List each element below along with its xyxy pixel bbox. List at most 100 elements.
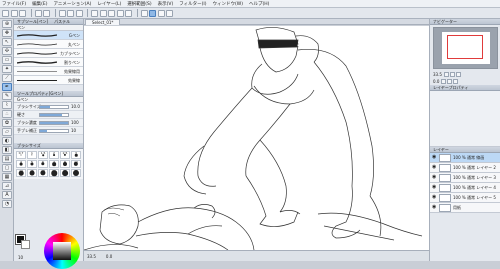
eye-icon[interactable]: ◉ xyxy=(432,155,437,160)
property-brush-size[interactable]: ブラシサイズ 10.0 xyxy=(14,103,83,111)
brush-size-preset[interactable]: 1 xyxy=(27,151,37,159)
property-slider[interactable] xyxy=(39,104,69,109)
redo-icon[interactable] xyxy=(43,9,50,17)
decoration-tool-icon[interactable]: ✿ xyxy=(2,119,12,127)
sub-color-swatch[interactable] xyxy=(21,240,30,249)
blend-tool-icon[interactable]: ◐ xyxy=(2,137,12,145)
brush-tool-icon[interactable]: ⌇ xyxy=(2,101,12,109)
menu-selection[interactable]: 選択範囲(S) xyxy=(127,1,151,7)
brush-size-preset[interactable]: 12 xyxy=(16,169,26,177)
eye-icon[interactable]: ◉ xyxy=(432,165,437,170)
layer-row[interactable]: ◉ 100 % 通常 線画 xyxy=(430,153,500,163)
brush-item-split-pen[interactable]: 割りペン xyxy=(14,58,83,67)
brush-size-preset[interactable]: 2.5 xyxy=(60,151,70,159)
ruler-tool-icon[interactable]: ⊿ xyxy=(2,182,12,190)
property-slider[interactable] xyxy=(39,120,69,125)
layer-row[interactable]: ◉ 100 % 通常 レイヤー 3 xyxy=(430,173,500,183)
fill-icon[interactable] xyxy=(67,9,74,17)
menu-window[interactable]: ウィンドウ(W) xyxy=(213,1,243,7)
save-icon[interactable] xyxy=(19,9,26,17)
menu-edit[interactable]: 編集(E) xyxy=(32,1,47,7)
brush-item-effect-line[interactable]: 効果線用 xyxy=(14,67,83,76)
open-file-icon[interactable] xyxy=(10,9,18,17)
layer-row[interactable]: ◉ 100 % 通常 レイヤー 4 xyxy=(430,183,500,193)
menu-filter[interactable]: フィルター(I) xyxy=(179,1,206,7)
canvas-area[interactable] xyxy=(84,26,429,250)
brush-size-preset[interactable]: 5 xyxy=(27,160,37,168)
zoom-out-icon[interactable] xyxy=(449,72,455,77)
brush-size-preset[interactable]: 30 xyxy=(71,169,81,177)
property-stabilization[interactable]: 手ブレ補正 10 xyxy=(14,127,83,135)
subtool-tab-pastel[interactable]: パステル xyxy=(54,19,70,24)
settings-icon[interactable] xyxy=(166,9,173,17)
brush-size-preset[interactable]: 20 xyxy=(49,169,59,177)
ruler-snap-icon[interactable] xyxy=(140,9,148,17)
fit-icon[interactable] xyxy=(455,72,461,77)
menu-layer[interactable]: レイヤー(L) xyxy=(97,1,121,7)
clear-icon[interactable] xyxy=(58,9,66,17)
crop-icon[interactable] xyxy=(116,9,124,17)
move-layer-tool-icon[interactable]: ✣ xyxy=(2,47,12,55)
eyedropper-tool-icon[interactable]: ⟋ xyxy=(2,74,12,82)
gradient-tool-icon[interactable]: ▤ xyxy=(2,155,12,163)
rotate-left-icon[interactable] xyxy=(441,79,447,84)
move-tool-icon[interactable]: ✥ xyxy=(2,29,12,37)
eraser-tool-icon[interactable]: ▱ xyxy=(2,128,12,136)
angle-readout[interactable]: 0.0 xyxy=(106,254,112,259)
brush-size-preset[interactable]: 4 xyxy=(16,160,26,168)
eye-icon[interactable]: ◉ xyxy=(432,185,437,190)
brush-size-preset[interactable]: 17 xyxy=(38,169,48,177)
deselect-icon[interactable] xyxy=(91,9,98,17)
frame-tool-icon[interactable]: ▦ xyxy=(2,173,12,181)
grid-snap-icon[interactable] xyxy=(157,9,165,17)
undo-icon[interactable] xyxy=(34,9,42,17)
canvas-paper[interactable] xyxy=(84,26,429,250)
navigator-preview[interactable] xyxy=(433,27,498,69)
zoom-tool-icon[interactable]: ⊕ xyxy=(2,20,12,28)
zoom-readout[interactable]: 33.5 xyxy=(87,254,96,259)
brush-item-g-pen[interactable]: Gペン xyxy=(14,31,83,40)
layer-row[interactable]: ◉ 100 % 通常 レイヤー 5 xyxy=(430,193,500,203)
subtool-tab-pen[interactable]: サブツール[ペン] xyxy=(17,19,48,24)
eye-icon[interactable]: ◉ xyxy=(432,175,437,180)
layer-row[interactable]: ◉ 100 % 通常 レイヤー 2 xyxy=(430,163,500,173)
brush-size-preset[interactable]: 6 xyxy=(38,160,48,168)
fill-tool-icon[interactable]: ◧ xyxy=(2,146,12,154)
property-brush-density[interactable]: ブラシ濃度 100 xyxy=(14,119,83,127)
rotate-right-icon[interactable] xyxy=(447,79,453,84)
navigator-view-frame[interactable] xyxy=(447,35,483,59)
brush-size-preset[interactable]: 25 xyxy=(60,169,70,177)
navigator-angle-value[interactable]: 0.0 xyxy=(433,79,439,84)
menu-view[interactable]: 表示(V) xyxy=(158,1,174,7)
navigator-zoom-value[interactable]: 33.5 xyxy=(433,72,442,77)
menu-help[interactable]: ヘルプ(H) xyxy=(249,1,269,7)
menu-animation[interactable]: アニメーション(A) xyxy=(53,1,91,7)
brush-size-preset[interactable]: 8 xyxy=(60,160,70,168)
brush-size-preset[interactable]: 0.7 xyxy=(16,151,26,159)
brush-size-preset[interactable]: 2 xyxy=(49,151,59,159)
special-ruler-snap-icon[interactable] xyxy=(149,9,156,17)
selection-tool-icon[interactable]: ▭ xyxy=(2,56,12,64)
flip-icon[interactable] xyxy=(453,79,459,84)
show-selection-icon[interactable] xyxy=(125,9,132,17)
brush-item-effect-line-2[interactable]: 効果線 xyxy=(14,76,83,85)
operation-tool-icon[interactable]: ↖ xyxy=(2,38,12,46)
transform-icon[interactable] xyxy=(75,9,83,17)
document-tab[interactable]: Select_01* xyxy=(85,19,121,25)
new-file-icon[interactable] xyxy=(2,9,9,17)
color-saturation-square[interactable] xyxy=(53,242,71,260)
invert-selection-icon[interactable] xyxy=(108,9,115,17)
airbrush-tool-icon[interactable]: ∴ xyxy=(2,110,12,118)
pen-tool-icon[interactable]: ✒ xyxy=(2,83,12,91)
layer-row[interactable]: ◉ 用紙 xyxy=(430,203,500,213)
eye-icon[interactable]: ◉ xyxy=(432,195,437,200)
brush-size-preset[interactable]: 1.5 xyxy=(38,151,48,159)
figure-tool-icon[interactable]: ▢ xyxy=(2,164,12,172)
brush-size-preset[interactable]: 15 xyxy=(27,169,37,177)
color-wheel[interactable] xyxy=(44,233,80,269)
eye-icon[interactable]: ◉ xyxy=(432,205,437,210)
zoom-in-icon[interactable] xyxy=(443,72,449,77)
menu-file[interactable]: ファイル(F) xyxy=(2,1,26,7)
brush-size-preset[interactable]: 3 xyxy=(71,151,81,159)
brush-size-preset[interactable]: 10 xyxy=(71,160,81,168)
